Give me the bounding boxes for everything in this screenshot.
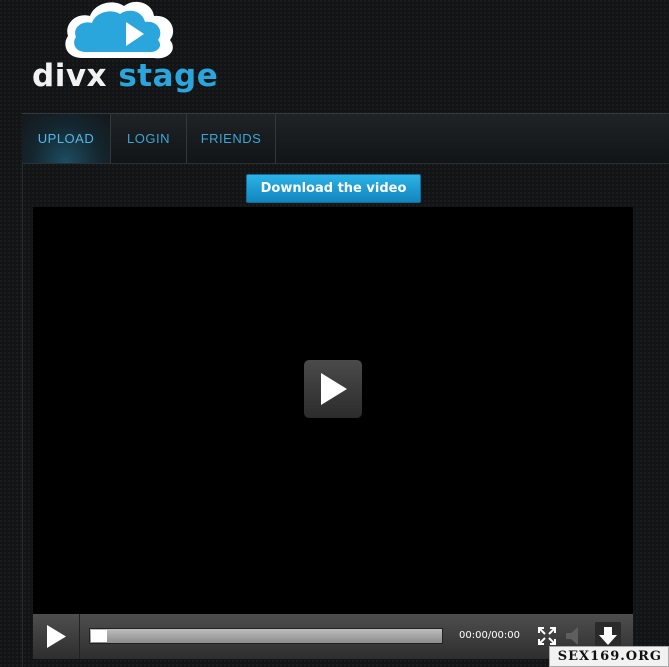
- logo-text: divx stage: [32, 58, 218, 94]
- main-nav: UPLOAD LOGIN FRIENDS: [22, 113, 669, 164]
- content-border: [22, 162, 23, 667]
- volume-button[interactable]: [563, 625, 585, 647]
- video-player[interactable]: 00:00/00:00: [33, 207, 633, 659]
- fullscreen-icon: [538, 627, 556, 645]
- progress-handle[interactable]: [91, 630, 107, 642]
- site-logo[interactable]: divx stage: [30, 0, 218, 105]
- play-icon: [47, 625, 66, 648]
- big-play-button[interactable]: [304, 360, 362, 418]
- download-video-button[interactable]: Download the video: [246, 174, 421, 203]
- player-controls: 00:00/00:00: [33, 614, 633, 659]
- cloud-play-icon: [65, 1, 174, 59]
- fullscreen-button[interactable]: [536, 625, 558, 647]
- time-display: 00:00/00:00: [459, 630, 521, 641]
- nav-upload[interactable]: UPLOAD: [22, 114, 111, 163]
- watermark: SEX169.ORG: [548, 646, 669, 667]
- nav-login[interactable]: LOGIN: [111, 114, 187, 163]
- control-play-button[interactable]: [33, 614, 80, 659]
- logo-word-divx: divx: [32, 58, 108, 94]
- progress-bar[interactable]: [89, 628, 443, 644]
- play-icon: [321, 373, 347, 405]
- logo-word-stage: stage: [118, 58, 219, 94]
- volume-icon: [566, 627, 578, 645]
- nav-friends[interactable]: FRIENDS: [187, 114, 276, 163]
